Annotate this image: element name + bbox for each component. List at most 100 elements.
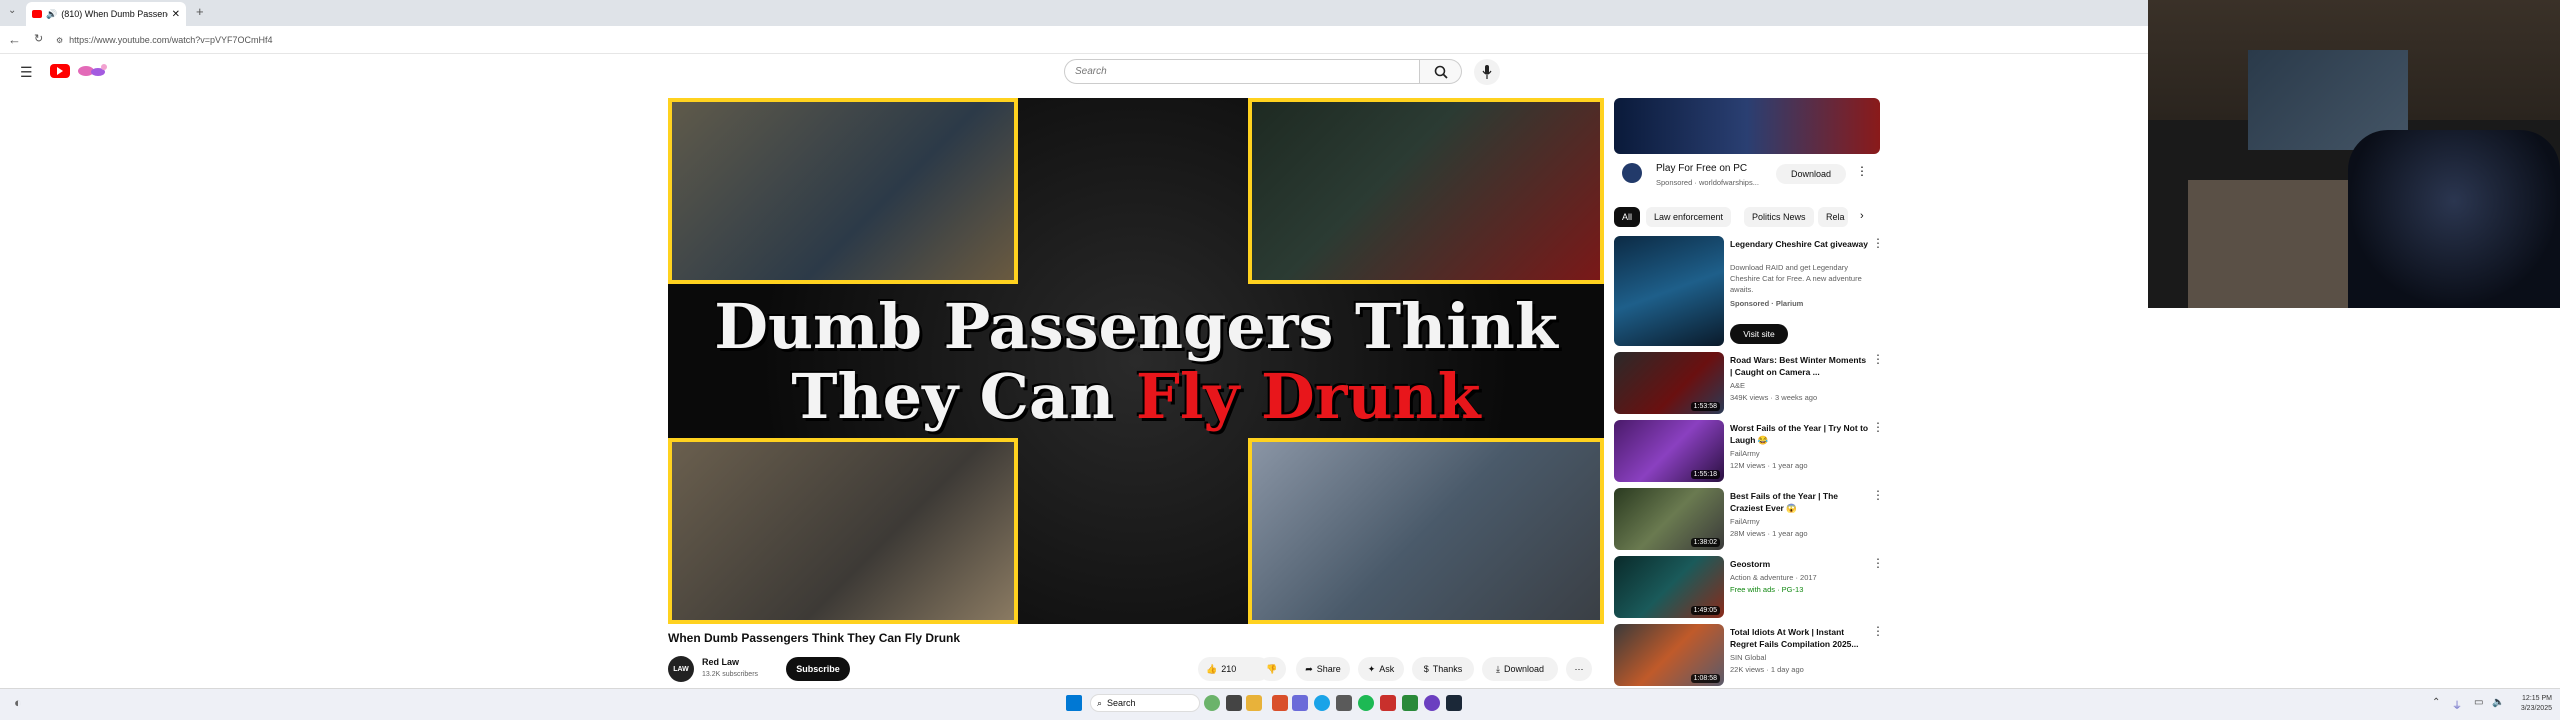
thumbnail-panel-top-left [668, 98, 1018, 284]
webcam-overlay [2148, 0, 2560, 308]
browser-tab[interactable]: 🔊 (810) When Dumb Passengers ✕ [26, 2, 186, 26]
ad-more-icon[interactable]: ⋮ [1856, 164, 1868, 178]
app-icon[interactable] [1292, 695, 1308, 711]
share-icon: ➦ [1305, 663, 1313, 674]
ask-button[interactable]: ✦ Ask [1358, 657, 1404, 681]
visit-site-button[interactable]: Visit site [1730, 324, 1788, 344]
more-icon[interactable]: ⋮ [1872, 352, 1884, 366]
volume-icon[interactable]: 🔈 [2492, 697, 2504, 708]
url-text: https://www.youtube.com/watch?v=pVYF7OCm… [69, 35, 273, 45]
video-meta: 22K views · 1 day ago [1730, 665, 1804, 674]
more-icon[interactable]: ⋮ [1872, 624, 1884, 638]
video-player[interactable]: Dumb Passengers Think They Can Fly Drunk [668, 98, 1604, 624]
youtube-logo-icon[interactable] [50, 64, 70, 78]
video-meta: 12M views · 1 year ago [1730, 461, 1808, 470]
video-meta: Free with ads · PG-13 [1730, 585, 1804, 594]
chip-law-enforcement[interactable]: Law enforcement [1646, 207, 1732, 227]
thanks-button[interactable]: $ Thanks [1412, 657, 1474, 681]
new-tab-icon[interactable]: + [196, 4, 204, 19]
video-thumbnail[interactable]: 1:49:05 [1614, 556, 1724, 618]
video-title[interactable]: Geostorm [1730, 558, 1870, 570]
tray-overflow-icon[interactable]: ⌃ [2432, 697, 2440, 708]
video-title[interactable]: Total Idiots At Work | Instant Regret Fa… [1730, 626, 1870, 650]
duration-badge: 1:49:05 [1690, 606, 1720, 615]
channel-avatar[interactable]: LAW [668, 656, 694, 682]
widgets-icon[interactable]: ◐ [14, 695, 22, 710]
thumbnail-panel-top-right [1248, 98, 1604, 284]
video-thumbnail[interactable]: 1:53:58 [1614, 352, 1724, 414]
video-thumbnail[interactable]: 1:08:58 [1614, 624, 1724, 686]
close-tab-icon[interactable]: ✕ [172, 9, 180, 20]
app-icon[interactable] [1336, 695, 1352, 711]
ad-title[interactable]: Play For Free on PC [1656, 163, 1747, 174]
video-overlay-text-line2: They Can Fly Drunk [668, 360, 1604, 433]
sponsored-description: Download RAID and get Legendary Cheshire… [1730, 263, 1862, 294]
more-icon[interactable]: ⋮ [1872, 556, 1884, 570]
spotify-icon[interactable] [1358, 695, 1374, 711]
store-icon[interactable] [1272, 695, 1288, 711]
network-icon[interactable]: ▭ [2474, 697, 2483, 708]
more-icon[interactable]: ⋮ [1872, 488, 1884, 502]
voice-search-button[interactable] [1474, 59, 1500, 85]
doodle-logo-icon[interactable] [76, 62, 108, 80]
chip-politics-news[interactable]: Politics News [1744, 207, 1814, 227]
dislike-button[interactable]: 👎 [1258, 657, 1286, 681]
download-button[interactable]: ⤓ Download [1482, 657, 1558, 681]
app-icon[interactable] [1380, 695, 1396, 711]
file-explorer-icon[interactable] [1246, 695, 1262, 711]
sponsored-meta: Sponsored · Plarium [1730, 299, 1804, 308]
like-count: 210 [1221, 664, 1237, 674]
tray-app-icon[interactable]: ⏚ [2452, 697, 2462, 712]
clock[interactable]: 12:15 PM 3/23/2025 [2508, 694, 2552, 714]
start-icon[interactable] [1066, 695, 1082, 711]
channel-name[interactable]: Red Law [702, 657, 739, 667]
video-thumbnail[interactable]: 1:55:18 [1614, 420, 1724, 482]
search-icon [1434, 65, 1448, 79]
sponsored-thumbnail[interactable] [1614, 236, 1724, 346]
channel-name[interactable]: FailArmy [1730, 448, 1870, 459]
ask-label: Ask [1379, 664, 1395, 674]
clock-time: 12:15 PM [2522, 695, 2552, 702]
share-button[interactable]: ➦ Share [1296, 657, 1350, 681]
menu-icon[interactable]: ☰ [20, 64, 33, 81]
download-icon: ⤓ [1495, 663, 1500, 674]
url-field[interactable]: ⚙ https://www.youtube.com/watch?v=pVYF7O… [56, 32, 1456, 48]
ad-download-button[interactable]: Download [1776, 164, 1846, 184]
chip-related[interactable]: Rela [1818, 207, 1848, 227]
more-icon[interactable]: ⋮ [1872, 236, 1884, 250]
video-overlay-text-line1: Dumb Passengers Think [714, 290, 1558, 363]
site-info-icon[interactable]: ⚙ [56, 36, 63, 45]
video-thumbnail[interactable]: 1:38:02 [1614, 488, 1724, 550]
steam-icon[interactable] [1446, 695, 1462, 711]
sponsored-title[interactable]: Legendary Cheshire Cat giveaway [1730, 238, 1870, 250]
app-icon[interactable] [1204, 695, 1220, 711]
channel-name[interactable]: FailArmy [1730, 516, 1870, 527]
search-button[interactable] [1420, 59, 1462, 84]
video-title[interactable]: Worst Fails of the Year | Try Not to Lau… [1730, 422, 1870, 446]
channel-name[interactable]: A&E [1730, 380, 1870, 391]
duration-badge: 1:55:18 [1690, 470, 1720, 479]
chevron-right-icon[interactable]: › [1860, 210, 1864, 222]
ad-sponsor: Sponsored · worldofwarships... [1656, 178, 1759, 187]
taskbar-search[interactable]: ⌕ Search [1090, 694, 1200, 712]
video-title[interactable]: Road Wars: Best Winter Moments | Caught … [1730, 354, 1870, 378]
duration-badge: 1:08:58 [1690, 674, 1720, 683]
task-view-icon[interactable] [1226, 695, 1242, 711]
tab-list-icon[interactable]: ⌄ [8, 5, 16, 16]
reload-icon[interactable]: ↻ [34, 32, 43, 45]
more-actions-button[interactable]: ⋯ [1566, 657, 1592, 681]
search-icon: ⌕ [1097, 697, 1103, 708]
subscribe-button[interactable]: Subscribe [786, 657, 850, 681]
more-icon[interactable]: ⋮ [1872, 420, 1884, 434]
app-icon[interactable] [1402, 695, 1418, 711]
download-label: Download [1503, 664, 1544, 674]
chip-all[interactable]: All [1614, 207, 1641, 227]
back-icon[interactable]: ← [8, 32, 21, 47]
ad-banner-image[interactable] [1614, 98, 1880, 154]
discord-icon[interactable] [1424, 695, 1440, 711]
video-meta: 28M views · 1 year ago [1730, 529, 1808, 538]
edge-icon[interactable] [1314, 695, 1330, 711]
search-input[interactable]: Search [1064, 59, 1420, 84]
video-title[interactable]: Best Fails of the Year | The Craziest Ev… [1730, 490, 1870, 514]
channel-name[interactable]: SIN Global [1730, 652, 1870, 663]
